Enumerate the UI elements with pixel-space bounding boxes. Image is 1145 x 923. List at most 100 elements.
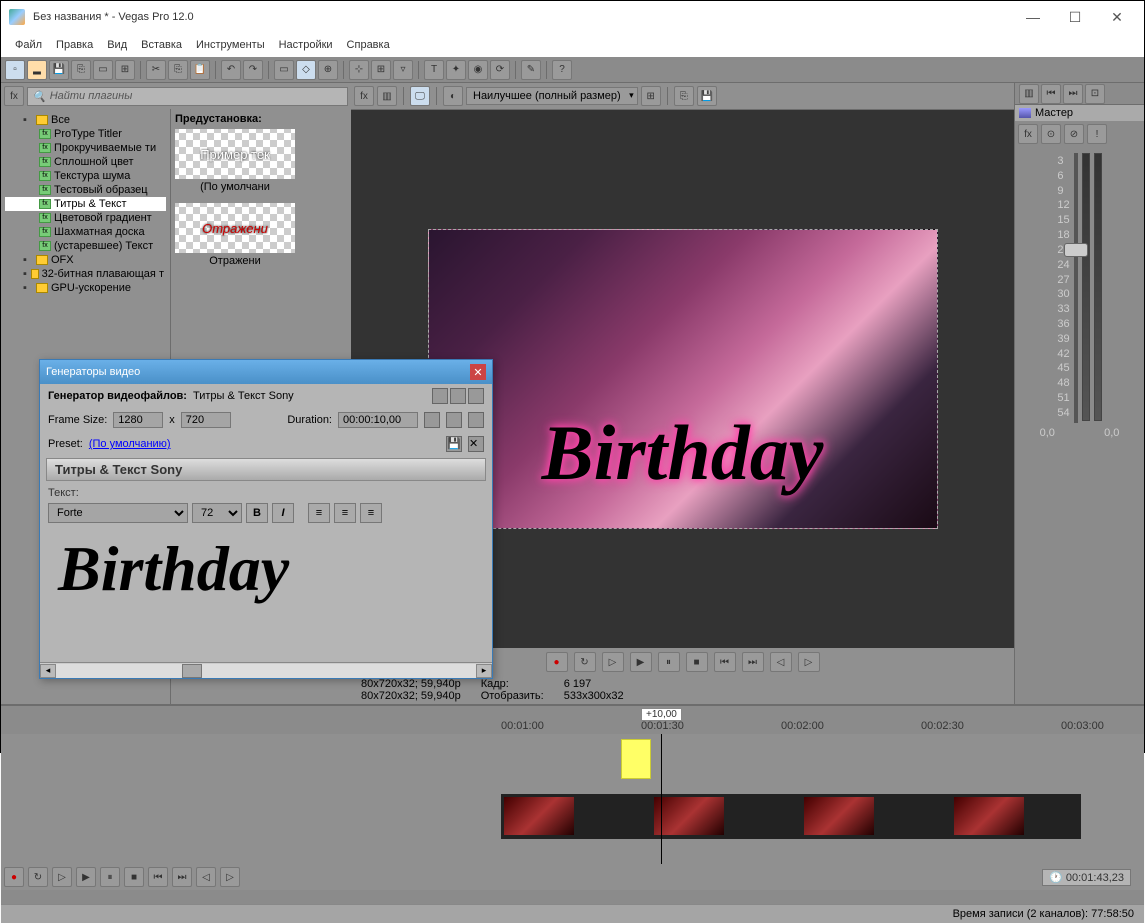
dialog-close-icon[interactable]: ✕: [470, 364, 486, 380]
loop-icon[interactable]: ↻: [574, 652, 596, 672]
menu-edit[interactable]: Правка: [50, 37, 99, 53]
tree-item[interactable]: Тестовый образец: [54, 184, 148, 196]
help-icon[interactable]: ?: [552, 60, 572, 80]
tree-folder[interactable]: OFX: [51, 254, 74, 266]
tree-item[interactable]: ProType Titler: [54, 128, 122, 140]
next-frame-icon[interactable]: ▷: [798, 652, 820, 672]
next-frame-icon[interactable]: ▷: [220, 867, 240, 887]
frame-height-input[interactable]: [181, 412, 231, 428]
tree-item[interactable]: Шахматная доска: [54, 226, 145, 238]
tree-folder[interactable]: GPU-ускорение: [51, 282, 131, 294]
grid-view-icon[interactable]: [468, 388, 484, 404]
solo-icon[interactable]: !: [1087, 124, 1107, 144]
mixer-prev-icon[interactable]: ⏮: [1041, 84, 1061, 104]
mute-icon[interactable]: ⊘: [1064, 124, 1084, 144]
play-start-icon[interactable]: ▷: [602, 652, 624, 672]
chain-view-icon[interactable]: [432, 388, 448, 404]
copy-icon[interactable]: ⎘: [168, 60, 188, 80]
text-tool-icon[interactable]: T: [424, 60, 444, 80]
fx-icon[interactable]: ✦: [446, 60, 466, 80]
scroll-right-icon[interactable]: ▸: [476, 664, 492, 678]
prev-frame-icon[interactable]: ◁: [196, 867, 216, 887]
preview-monitor-icon[interactable]: 🖵: [410, 86, 430, 106]
play-icon[interactable]: ▶: [76, 867, 96, 887]
preview-split-icon[interactable]: ▥: [377, 86, 397, 106]
preview-copy-icon[interactable]: ⎘: [674, 86, 694, 106]
delete-preset-icon[interactable]: ✕: [468, 436, 484, 452]
tree-item[interactable]: Цветовой градиент: [54, 212, 152, 224]
mixer-btn-icon[interactable]: ▥: [1019, 84, 1039, 104]
play-start-icon[interactable]: ▷: [52, 867, 72, 887]
menu-help[interactable]: Справка: [341, 37, 396, 53]
redo-icon[interactable]: ↷: [243, 60, 263, 80]
undo-icon[interactable]: ↶: [221, 60, 241, 80]
record-icon[interactable]: ●: [546, 652, 568, 672]
go-start-icon[interactable]: ⏮: [148, 867, 168, 887]
quality-dropdown[interactable]: Наилучшее (полный размер): [466, 87, 638, 105]
maximize-button[interactable]: ☐: [1056, 3, 1094, 31]
save-as-icon[interactable]: ⎘: [71, 60, 91, 80]
mixer-more-icon[interactable]: ⊡: [1085, 84, 1105, 104]
loop-icon[interactable]: ↻: [28, 867, 48, 887]
timeline-marker[interactable]: +10,00: [641, 708, 682, 721]
preset-item[interactable]: Пример тек (По умолчани: [175, 129, 295, 195]
save-preset-icon[interactable]: 💾: [446, 436, 462, 452]
video-clip[interactable]: [501, 794, 1081, 839]
motion-icon[interactable]: ◉: [468, 60, 488, 80]
menu-view[interactable]: Вид: [101, 37, 133, 53]
zoom-tool-icon[interactable]: ⊕: [318, 60, 338, 80]
insert-bus-icon[interactable]: ⊙: [1041, 124, 1061, 144]
menu-options[interactable]: Настройки: [273, 37, 339, 53]
scroll-thumb[interactable]: [182, 664, 202, 678]
properties-icon[interactable]: ⊞: [115, 60, 135, 80]
stop-icon[interactable]: ■: [124, 867, 144, 887]
preset-selector[interactable]: (По умолчанию): [89, 438, 440, 450]
playhead[interactable]: [661, 734, 662, 864]
tree-root[interactable]: Все: [51, 114, 70, 126]
go-end-icon[interactable]: ⏭: [742, 652, 764, 672]
plugin-fx-icon[interactable]: fx: [4, 86, 24, 106]
brush-icon[interactable]: ✎: [521, 60, 541, 80]
align-center-icon[interactable]: ≡: [334, 503, 356, 523]
italic-button[interactable]: I: [272, 503, 294, 523]
preview-color-icon[interactable]: ◐: [443, 86, 463, 106]
selection-tool-icon[interactable]: ▭: [274, 60, 294, 80]
list-view-icon[interactable]: [450, 388, 466, 404]
snap-icon[interactable]: ⊹: [349, 60, 369, 80]
close-button[interactable]: ✕: [1098, 3, 1136, 31]
cut-icon[interactable]: ✂: [146, 60, 166, 80]
tree-item[interactable]: Текстура шума: [54, 170, 130, 182]
duration-spinner-icon[interactable]: [424, 412, 440, 428]
fx-bus-icon[interactable]: fx: [1018, 124, 1038, 144]
preview-save-icon[interactable]: 💾: [697, 86, 717, 106]
preview-grid-icon[interactable]: ⊞: [641, 86, 661, 106]
plugin-search[interactable]: 🔍 Найти плагины: [27, 87, 348, 106]
marker-icon[interactable]: ▿: [393, 60, 413, 80]
align-left-icon[interactable]: ≡: [308, 503, 330, 523]
menu-insert[interactable]: Вставка: [135, 37, 188, 53]
tree-item[interactable]: Прокручиваемые ти: [54, 142, 156, 154]
timecode-display[interactable]: 🕐 00:01:43,23: [1042, 869, 1131, 886]
render-icon[interactable]: ▭: [93, 60, 113, 80]
dialog-titlebar[interactable]: Генераторы видео ✕: [40, 360, 492, 384]
stop-icon[interactable]: ■: [686, 652, 708, 672]
record-icon[interactable]: ●: [4, 867, 24, 887]
prev-frame-icon[interactable]: ◁: [770, 652, 792, 672]
tree-folder[interactable]: 32-битная плавающая т: [42, 268, 164, 280]
tree-item[interactable]: Сплошной цвет: [54, 156, 134, 168]
bold-button[interactable]: B: [246, 503, 268, 523]
paste-icon[interactable]: 📋: [190, 60, 210, 80]
go-start-icon[interactable]: ⏮: [714, 652, 736, 672]
menu-file[interactable]: Файл: [9, 37, 48, 53]
tracks-area[interactable]: [1, 734, 1144, 864]
pause-icon[interactable]: ⏸: [100, 867, 120, 887]
minimize-button[interactable]: —: [1014, 3, 1052, 31]
duration-input[interactable]: [338, 412, 418, 428]
menu-tools[interactable]: Инструменты: [190, 37, 271, 53]
tree-item[interactable]: (устаревшее) Текст: [54, 240, 153, 252]
mixer-next-icon[interactable]: ⏭: [1063, 84, 1083, 104]
size-selector[interactable]: 72: [192, 503, 242, 523]
match-icon[interactable]: [468, 412, 484, 428]
envelope-tool-icon[interactable]: ◇: [296, 60, 316, 80]
align-right-icon[interactable]: ≡: [360, 503, 382, 523]
